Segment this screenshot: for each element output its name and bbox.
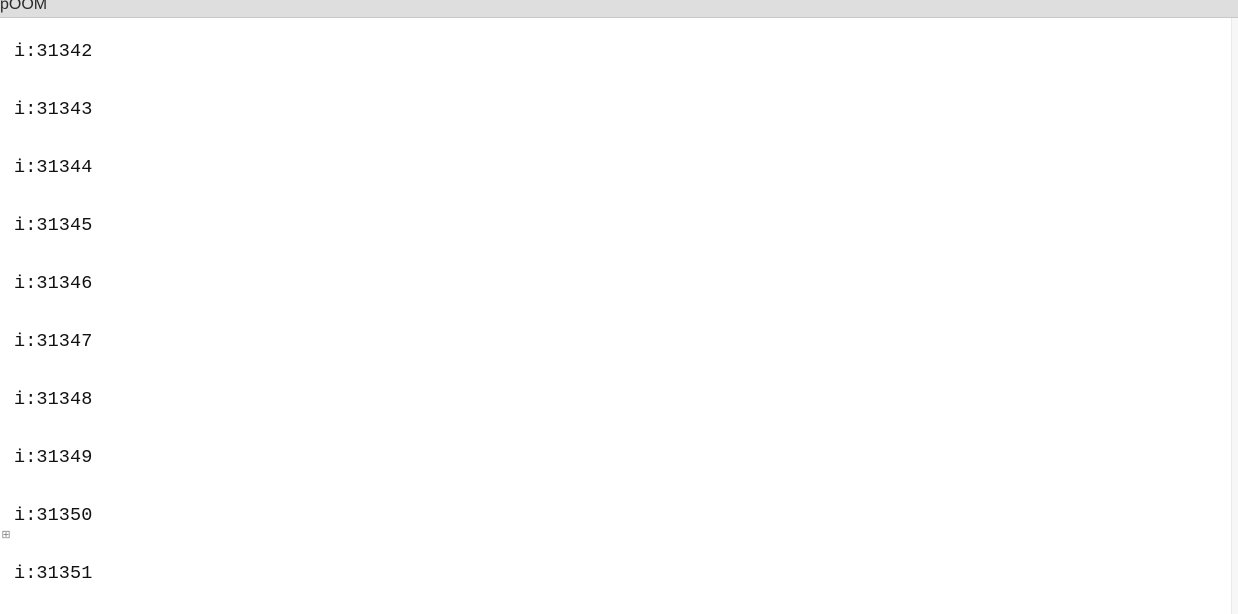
output-line: i:31343	[14, 95, 1238, 124]
tab-title[interactable]: pOOM	[0, 0, 51, 14]
output-line: i:31345	[14, 211, 1238, 240]
output-line: i:31349	[14, 443, 1238, 472]
output-line: i:31350	[14, 501, 1238, 530]
output-line: i:31347	[14, 327, 1238, 356]
output-line: i:31348	[14, 385, 1238, 414]
console-output: i:31342 i:31343 i:31344 i:31345 i:31346 …	[0, 18, 1238, 614]
output-line: i:31344	[14, 153, 1238, 182]
tab-bar: pOOM	[0, 0, 1238, 18]
scrollbar-vertical[interactable]	[1231, 18, 1238, 614]
output-line: i:31342	[14, 37, 1238, 66]
output-line: i:31346	[14, 269, 1238, 298]
output-line: i:31351	[14, 559, 1238, 588]
fold-expand-icon[interactable]: ⊞	[0, 530, 12, 542]
